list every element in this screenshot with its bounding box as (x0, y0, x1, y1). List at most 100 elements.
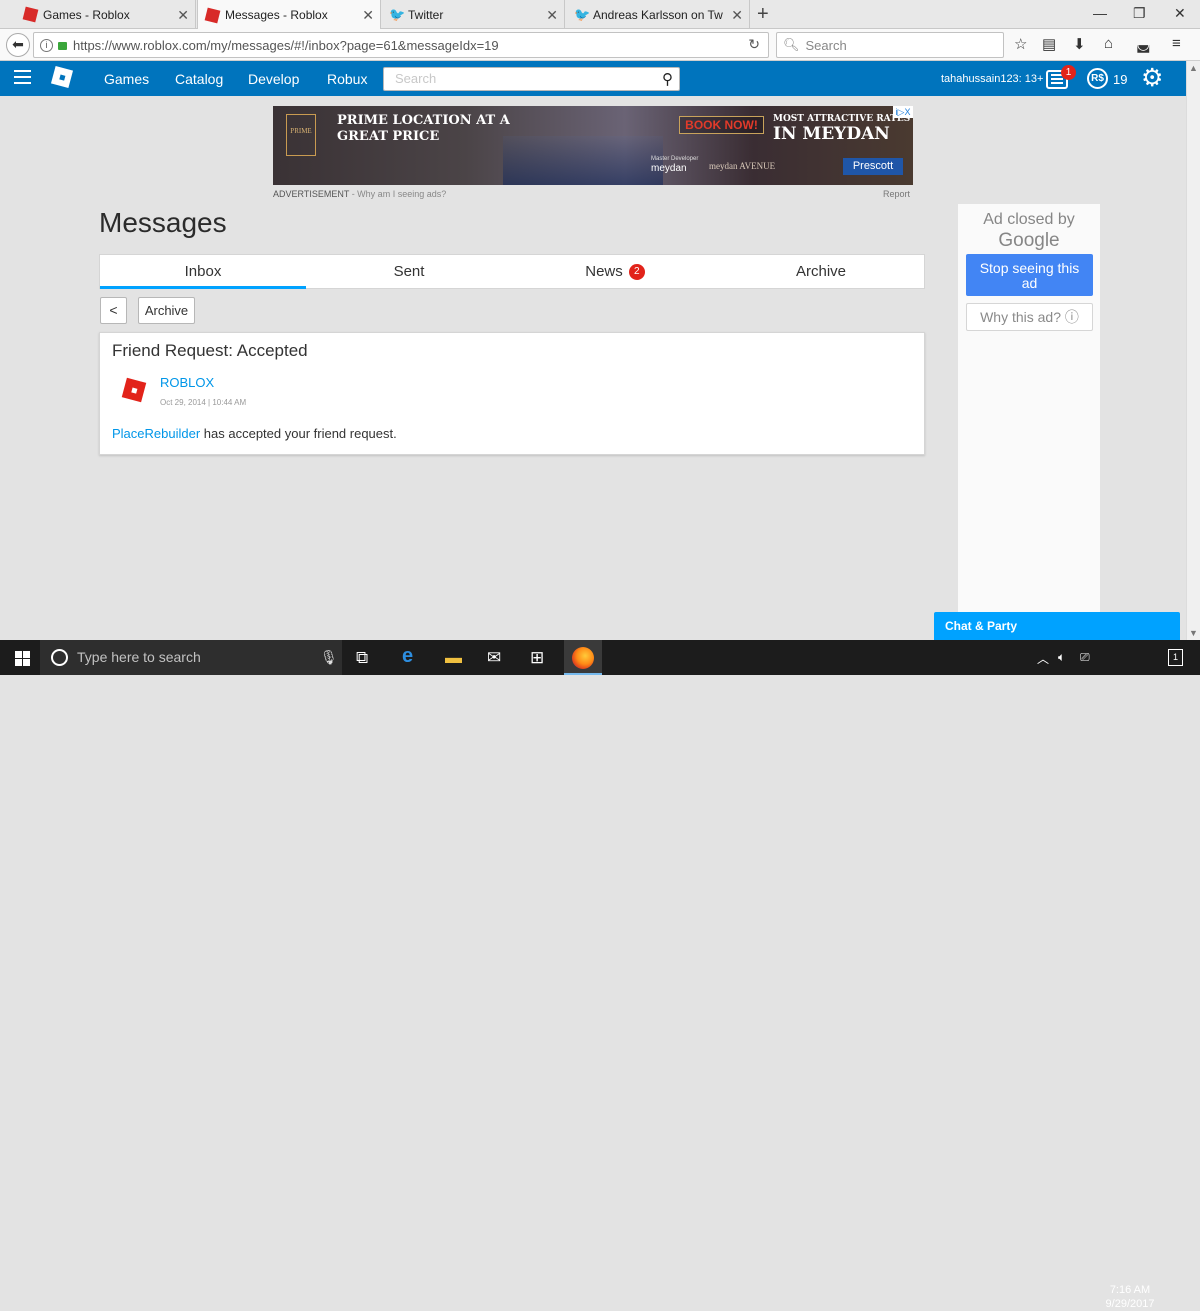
minimize-icon[interactable]: — (1093, 5, 1107, 21)
user-link[interactable]: PlaceRebuilder (112, 426, 200, 441)
nav-link-develop[interactable]: Develop (248, 71, 299, 87)
ad-label: ADVERTISEMENT (273, 189, 350, 199)
nav-link-robux[interactable]: Robux (327, 71, 367, 87)
roblox-search-input[interactable]: Search ⚲ (383, 67, 680, 91)
lock-icon (58, 42, 67, 50)
twitter-icon: 🐦 (574, 7, 591, 22)
tab-title: Twitter (408, 7, 444, 22)
restore-icon[interactable]: ❐ (1133, 5, 1146, 22)
close-window-icon[interactable]: ✕ (1174, 5, 1186, 22)
edge-icon[interactable]: e (402, 645, 413, 668)
back-arrow-icon[interactable]: ⬅ (6, 33, 30, 57)
page-title: Messages (99, 207, 227, 238)
messages-badge: 1 (1061, 65, 1076, 80)
robux-count[interactable]: 19 (1113, 72, 1127, 87)
roblox-logo-icon[interactable] (50, 65, 74, 89)
microphone-icon[interactable]: 🎙︎ (320, 640, 338, 675)
browser-tab-bar: Games - Roblox ✕ Messages - Roblox ✕ 🐦 T… (0, 0, 1200, 30)
tab-messages-roblox[interactable]: Messages - Roblox ✕ (197, 0, 381, 30)
nav-link-catalog[interactable]: Catalog (175, 71, 223, 87)
message-date: Oct 29, 2014 | 10:44 AM (160, 398, 247, 407)
scroll-up-icon[interactable]: ▲ (1189, 63, 1198, 73)
store-icon[interactable]: ⊞ (530, 648, 544, 668)
ad-developer-label: Master Developer (651, 156, 699, 162)
stop-label-line1: Stop seeing this (979, 260, 1080, 276)
download-icon[interactable]: ⬇ (1073, 35, 1086, 53)
network-icon[interactable]: ⎚ (1080, 650, 1090, 665)
close-icon[interactable]: ✕ (731, 7, 743, 24)
why-this-ad-button[interactable]: Why this ad? ⓘ (966, 303, 1093, 331)
reload-icon[interactable]: ↻ (748, 36, 760, 53)
adchoices-icon[interactable]: i▷X (893, 106, 913, 118)
side-ad-panel: Ad closed by Google Stop seeing this ad … (958, 204, 1100, 640)
meydan-logo: meydan (651, 163, 687, 174)
url-bar[interactable]: i https://www.roblox.com/my/messages/#!/… (33, 32, 769, 58)
ad-report-link[interactable]: Report (883, 189, 910, 199)
taskbar-search-box[interactable]: Type here to search 🎙︎ (40, 640, 342, 675)
mail-icon[interactable]: ✉ (487, 648, 501, 668)
message-sender[interactable]: ROBLOX (160, 375, 214, 390)
roblox-header: Games Catalog Develop Robux Search ⚲ tah… (0, 61, 1186, 96)
tab-label: Sent (393, 263, 425, 280)
banner-ad[interactable]: PRIME PRIME LOCATION AT A GREAT PRICE BO… (273, 106, 913, 185)
stop-seeing-ad-button[interactable]: Stop seeing this ad (966, 254, 1093, 296)
file-explorer-icon[interactable]: ▬ (445, 648, 462, 668)
ad-closed-notice: Ad closed by Google (958, 209, 1100, 251)
close-icon[interactable]: ✕ (362, 7, 374, 24)
search-icon: 🔍︎ (783, 37, 800, 52)
avenue-logo: meydan AVENUE (709, 161, 776, 171)
archive-button[interactable]: Archive (138, 297, 195, 324)
search-icon[interactable]: ⚲ (662, 69, 673, 91)
volume-icon[interactable]: 🔈︎ (1058, 650, 1065, 665)
notification-center-icon[interactable]: 1 (1168, 649, 1183, 666)
clock-time: 7:16 AM (1109, 1284, 1151, 1296)
back-button[interactable]: < (100, 297, 127, 324)
book-now-button[interactable]: BOOK NOW! (679, 116, 764, 134)
gear-icon[interactable]: ⚙ (1141, 63, 1163, 93)
show-hidden-icons-icon[interactable]: ︿ (1037, 650, 1049, 667)
info-icon[interactable]: i (40, 38, 53, 52)
ad-closed-text: Ad closed by (983, 211, 1075, 228)
prescott-logo: Prescott (843, 158, 903, 175)
hamburger-menu-icon[interactable] (14, 70, 31, 84)
library-icon[interactable]: ▤ (1042, 35, 1056, 53)
ad-location: IN MEYDAN (773, 124, 890, 144)
message-tabs: Inbox Sent News 2 Archive (99, 254, 925, 289)
why-ads-link[interactable]: - Why am I seeing ads? (349, 189, 447, 199)
tab-inbox[interactable]: Inbox (100, 255, 306, 289)
cortana-icon (51, 649, 68, 666)
close-icon[interactable]: ✕ (546, 7, 558, 24)
tab-sent[interactable]: Sent (306, 255, 512, 289)
menu-icon[interactable]: ≡ (1172, 35, 1181, 52)
page-scrollbar[interactable]: ▲ ▼ (1186, 61, 1200, 640)
tab-twitter[interactable]: 🐦 Twitter ✕ (381, 0, 565, 29)
stop-label-line2: ad (1021, 275, 1038, 291)
scroll-down-icon[interactable]: ▼ (1189, 628, 1198, 638)
chat-party-button[interactable]: Chat & Party (934, 612, 1180, 640)
bookmark-star-icon[interactable]: ☆ (1014, 35, 1027, 53)
pocket-icon[interactable]: ◛ (1136, 35, 1151, 53)
ad-caption: ADVERTISEMENT - Why am I seeing ads? (273, 189, 446, 199)
robux-icon[interactable]: R$ (1087, 68, 1108, 89)
tab-archive[interactable]: Archive (718, 255, 924, 289)
roblox-sender-icon[interactable] (121, 377, 147, 403)
nav-link-games[interactable]: Games (104, 71, 149, 87)
tab-games-roblox[interactable]: Games - Roblox ✕ (16, 0, 196, 29)
system-clock[interactable]: 7:16 AM 9/29/2017 (1100, 1283, 1160, 1311)
taskbar-search-placeholder: Type here to search (77, 649, 201, 665)
task-view-icon[interactable]: ⧉ (356, 648, 368, 668)
close-icon[interactable]: ✕ (177, 7, 189, 24)
browser-search-input[interactable]: 🔍︎ Search (776, 32, 1004, 58)
city-skyline-image (503, 136, 663, 185)
firefox-icon[interactable] (572, 647, 594, 669)
windows-start-icon[interactable] (15, 651, 30, 666)
tab-label: News (585, 263, 623, 280)
tab-andreas-twitter[interactable]: 🐦 Andreas Karlsson on Twitter ✕ (566, 0, 750, 29)
clock-date: 9/29/2017 (1105, 1298, 1155, 1310)
roblox-icon (204, 7, 221, 23)
new-tab-button[interactable]: + (757, 3, 769, 26)
username-label[interactable]: tahahussain123: 13+ (941, 73, 1043, 85)
tab-news[interactable]: News 2 (512, 255, 718, 289)
roblox-icon (22, 6, 39, 23)
home-icon[interactable]: ⌂ (1104, 35, 1113, 52)
